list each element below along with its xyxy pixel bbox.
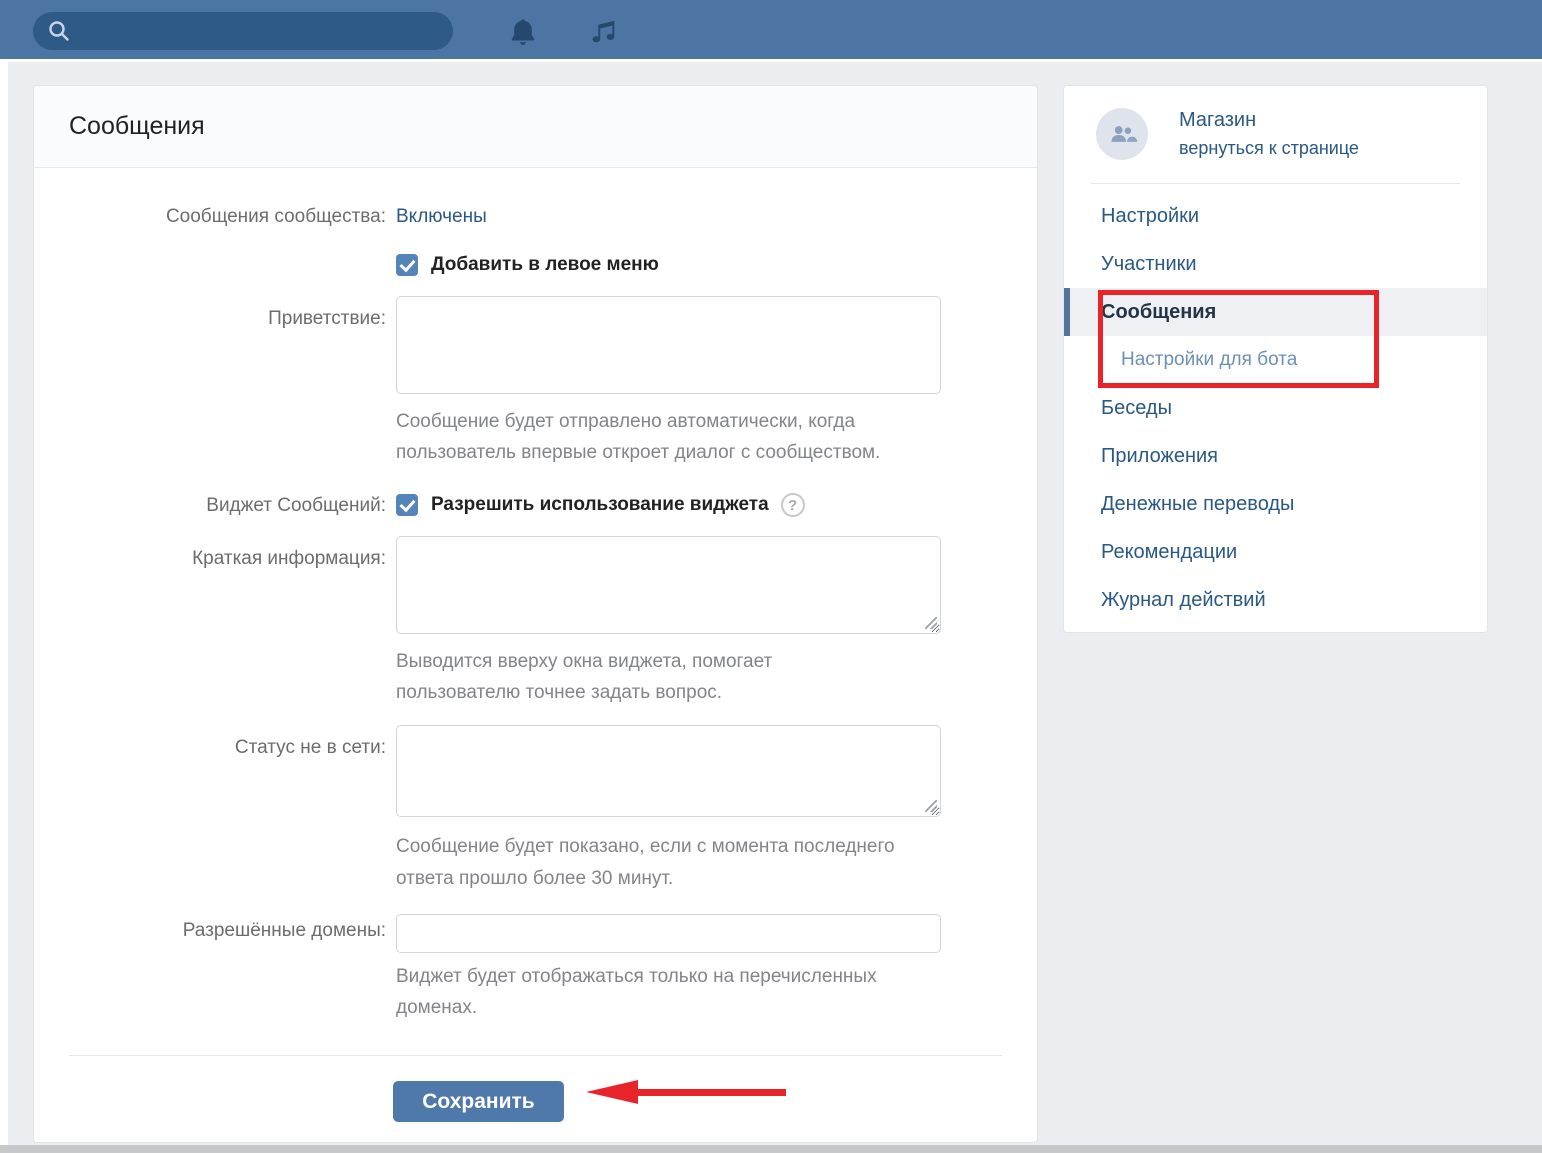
add-left-menu-checkbox-wrap[interactable]: Добавить в левое меню — [396, 254, 659, 276]
sidebar-item-recommendations[interactable]: Рекомендации — [1064, 528, 1487, 576]
form-divider — [69, 1055, 1002, 1056]
messages-settings-card: Сообщения Сообщения сообщества: Включены… — [33, 85, 1038, 1143]
community-messages-row: Сообщения сообщества: Включены — [34, 204, 1037, 230]
people-icon — [1105, 117, 1139, 151]
add-left-menu-checkbox[interactable] — [396, 254, 418, 276]
sidebar-item-apps[interactable]: Приложения — [1064, 432, 1487, 480]
search-icon — [46, 18, 72, 44]
allowed-domains-help-text: Виджет будет отображаться только на пере… — [396, 961, 941, 1023]
community-messages-status-link[interactable]: Включены — [396, 206, 487, 227]
back-to-page-link[interactable]: вернуться к странице — [1179, 138, 1359, 159]
community-messages-label: Сообщения сообщества: — [34, 204, 386, 230]
widget-checkbox-wrap[interactable]: Разрешить использование виджета ? — [396, 493, 805, 517]
music-icon[interactable] — [585, 14, 621, 50]
widget-checkbox-label: Разрешить использование виджета — [431, 494, 769, 516]
community-sidebar-card: Магазин вернуться к странице Настройки У… — [1063, 85, 1488, 633]
add-left-menu-label: Добавить в левое меню — [431, 254, 659, 276]
sidebar-item-members[interactable]: Участники — [1064, 240, 1487, 288]
offline-status-textarea[interactable] — [396, 725, 941, 817]
offline-status-help-text: Сообщение будет показано, если с момента… — [396, 831, 941, 895]
search-input[interactable] — [82, 21, 432, 42]
widget-row: Виджет Сообщений: Разрешить использовани… — [34, 493, 1037, 519]
greeting-label: Приветствие: — [34, 296, 386, 332]
add-left-menu-row: Добавить в левое меню — [34, 254, 1037, 276]
allowed-domains-row: Разрешённые домены: Виджет будет отображ… — [34, 914, 1037, 1023]
search-pill[interactable] — [33, 12, 453, 50]
greeting-row: Приветствие: Сообщение будет отправлено … — [34, 296, 1037, 468]
sidebar-item-chats[interactable]: Беседы — [1064, 384, 1487, 432]
sidebar-item-messages[interactable]: Сообщения — [1064, 288, 1487, 336]
greeting-help-text: Сообщение будет отправлено автоматически… — [396, 406, 941, 468]
allowed-domains-input[interactable] — [396, 914, 941, 953]
sidebar-item-bot-settings[interactable]: Настройки для бота — [1064, 336, 1487, 384]
sidebar-item-money-transfers[interactable]: Денежные переводы — [1064, 480, 1487, 528]
short-info-label: Краткая информация: — [34, 536, 386, 572]
annotation-arrow-head — [586, 1080, 638, 1104]
allowed-domains-label: Разрешённые домены: — [34, 914, 386, 944]
widget-checkbox[interactable] — [396, 494, 418, 516]
short-info-row: Краткая информация: Выводится вверху окн… — [34, 536, 1037, 708]
notifications-bell-icon[interactable] — [505, 14, 541, 50]
annotation-arrow — [586, 1080, 786, 1104]
widget-label: Виджет Сообщений: — [34, 493, 386, 519]
offline-status-label: Статус не в сети: — [34, 725, 386, 761]
save-button[interactable]: Сохранить — [393, 1081, 564, 1122]
page-left-gutter — [0, 62, 8, 1153]
top-bar — [0, 0, 1542, 62]
page-title: Сообщения — [69, 112, 205, 141]
community-name-link[interactable]: Магазин — [1179, 109, 1359, 132]
help-question-icon[interactable]: ? — [781, 493, 805, 517]
card-header: Сообщения — [34, 86, 1037, 168]
offline-status-row: Статус не в сети: Сообщение будет показа… — [34, 725, 1037, 895]
sidebar-item-settings[interactable]: Настройки — [1064, 192, 1487, 240]
short-info-textarea[interactable] — [396, 536, 941, 634]
sidebar-item-action-log[interactable]: Журнал действий — [1064, 576, 1487, 624]
greeting-textarea[interactable] — [396, 296, 941, 394]
community-profile-block: Магазин вернуться к странице — [1064, 86, 1487, 183]
short-info-help-text: Выводится вверху окна виджета, помогает … — [396, 646, 941, 708]
sidebar-menu: Настройки Участники Сообщения Настройки … — [1064, 184, 1487, 634]
community-avatar[interactable] — [1096, 108, 1148, 160]
annotation-arrow-shaft — [634, 1089, 786, 1096]
page-bottom-strip — [0, 1145, 1542, 1153]
